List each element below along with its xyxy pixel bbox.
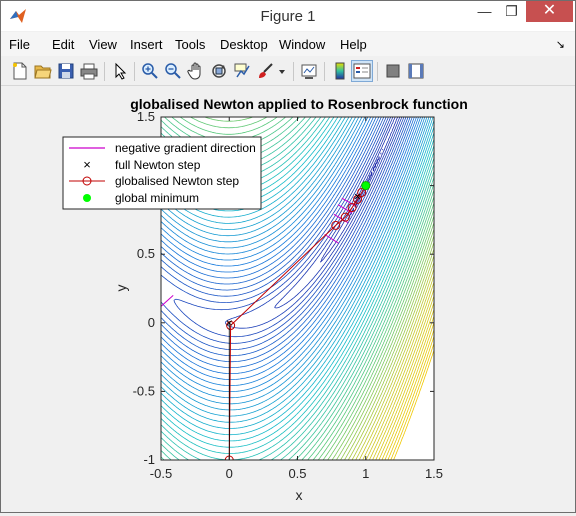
legend-entry-full-newton: full Newton step	[115, 158, 201, 172]
chart-title: globalised Newton applied to Rosenbrock …	[130, 96, 468, 112]
show-plot-tools-icon[interactable]	[407, 62, 425, 80]
y-tick-label: -1	[143, 452, 155, 467]
toolbar-separator	[293, 62, 294, 81]
x-tick-label: 1.5	[425, 466, 443, 481]
full-newton-marker: ×	[354, 190, 361, 204]
menu-file[interactable]: File	[9, 37, 30, 52]
menu-insert[interactable]: Insert	[130, 37, 163, 52]
rotate-3d-icon[interactable]	[210, 62, 228, 80]
figure-canvas: globalised Newton applied to Rosenbrock …	[2, 87, 574, 511]
legend-newton-marker-icon: ×	[83, 157, 91, 172]
title-bar[interactable]: Figure 1 — ❐ ✕	[1, 1, 575, 31]
x-tick-label: -0.5	[150, 466, 172, 481]
link-plot-icon[interactable]	[300, 62, 318, 80]
toolbar-separator	[134, 62, 135, 81]
data-cursor-icon[interactable]	[233, 62, 251, 80]
x-tick-label: 1	[362, 466, 369, 481]
global-minimum-marker[interactable]	[361, 181, 371, 191]
y-tick-label: 0	[148, 315, 155, 330]
zoom-out-icon[interactable]	[164, 62, 182, 80]
close-button[interactable]: ✕	[526, 1, 573, 22]
legend-entry-gradient: negative gradient direction	[115, 141, 256, 155]
x-tick-label: 0	[226, 466, 233, 481]
print-icon[interactable]	[80, 62, 98, 80]
y-axis-label: y	[113, 285, 129, 292]
menu-bar: File Edit View Insert Tools Desktop Wind…	[1, 32, 575, 56]
toolbar-separator	[377, 62, 378, 81]
figure-window: Figure 1 — ❐ ✕ File Edit View Insert Too…	[0, 0, 576, 513]
menu-view[interactable]: View	[89, 37, 117, 52]
zoom-in-icon[interactable]	[141, 62, 159, 80]
menu-edit[interactable]: Edit	[52, 37, 74, 52]
y-tick-label: 1.5	[137, 109, 155, 124]
brush-icon[interactable]	[256, 62, 274, 80]
menu-tools[interactable]: Tools	[175, 37, 205, 52]
legend-entry-minimum: global minimum	[115, 191, 199, 205]
maximize-button[interactable]: ❐	[498, 1, 525, 22]
toolbar-separator	[104, 62, 105, 81]
menu-help[interactable]: Help	[340, 37, 367, 52]
legend-minimum-marker-icon	[83, 194, 91, 202]
plot-svg[interactable]: globalised Newton applied to Rosenbrock …	[2, 87, 574, 511]
hide-plot-tools-icon[interactable]	[384, 62, 402, 80]
menu-window[interactable]: Window	[279, 37, 325, 52]
edit-plot-arrow-icon[interactable]	[111, 62, 129, 80]
x-axis-label: x	[296, 487, 303, 503]
menu-desktop[interactable]: Desktop	[220, 37, 268, 52]
save-icon[interactable]	[57, 62, 75, 80]
brush-dropdown-icon[interactable]	[277, 62, 287, 80]
toolbar-separator	[324, 62, 325, 81]
minimize-button[interactable]: —	[471, 1, 498, 22]
figure-toolbar	[1, 57, 575, 86]
dock-arrow-icon[interactable]: ↘	[556, 38, 565, 51]
y-tick-label: 0.5	[137, 246, 155, 261]
open-file-icon[interactable]	[34, 62, 52, 80]
x-tick-label: 0.5	[288, 466, 306, 481]
pan-hand-icon[interactable]	[187, 62, 205, 80]
y-tick-label: -0.5	[133, 383, 155, 398]
insert-legend-icon[interactable]	[353, 62, 371, 80]
legend[interactable]: negative gradient direction × full Newto…	[62, 136, 262, 210]
new-figure-icon[interactable]	[11, 62, 29, 80]
legend-entry-globalised: globalised Newton step	[115, 174, 239, 188]
insert-colorbar-icon[interactable]	[331, 62, 349, 80]
full-newton-marker: ×	[226, 316, 233, 330]
